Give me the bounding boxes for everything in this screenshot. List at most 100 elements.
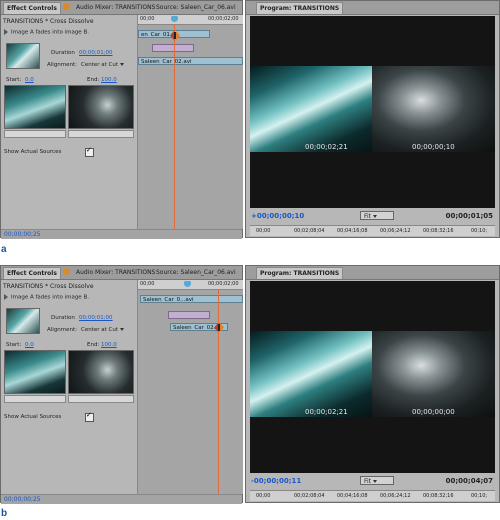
playhead-line[interactable]: [218, 289, 219, 494]
play-icon[interactable]: [4, 294, 8, 300]
monitor-ruler[interactable]: 00;00 00;02;08;04 00;04;16;08 00;06;24;1…: [250, 225, 495, 236]
ruler-start: 00;00: [140, 281, 155, 287]
chevron-down-icon: [120, 63, 125, 66]
mini-timeline: 00;00 00;00;02;00 Saleen_Car_0...avi Sal…: [137, 280, 243, 494]
description-text: Image A fades into image B.: [11, 294, 89, 301]
current-time[interactable]: +00;00;00;10: [251, 212, 304, 220]
chevron-down-icon: [120, 328, 125, 331]
alignment-label: Alignment:: [47, 62, 78, 68]
play-icon[interactable]: [4, 29, 8, 35]
edit-marker-icon: [170, 31, 180, 40]
ruler-tick-3: 00;06;24;12: [380, 228, 411, 234]
ruler-tick-0: 00;00: [256, 228, 271, 234]
ruler-start: 00;00: [140, 16, 155, 22]
tab-effect-controls[interactable]: Effect Controls: [3, 2, 61, 14]
duration-value[interactable]: 00;00;01;00: [79, 315, 113, 321]
transition-thumbnail: [6, 43, 40, 69]
program-monitor-window: Program: TRANSITIONS 00;00;02;21 00;00;0…: [245, 0, 500, 238]
bottom-bar: 00;00;00;25: [1, 229, 242, 239]
tab-program[interactable]: Program: TRANSITIONS: [256, 2, 344, 14]
duration-label: Duration: [51, 315, 75, 321]
effect-controls-window: Effect Controls Audio Mixer: TRANSITIONS…: [0, 265, 243, 504]
duration-time: 00;00;01;05: [445, 212, 493, 220]
monitor-controls: +00;00;00;10 Fit 00;00;01;05: [250, 210, 495, 223]
end-label: End:: [87, 342, 100, 348]
fit-dropdown[interactable]: Fit: [360, 476, 394, 485]
frame-timecode-a: 00;00;02;21: [305, 143, 348, 151]
start-label: Start:: [6, 342, 22, 348]
ruler-tick-2: 00;04;16;08: [337, 228, 368, 234]
duration-label: Duration: [51, 50, 75, 56]
transition-title: TRANSITIONS * Cross Dissolve: [3, 18, 94, 25]
duration-value[interactable]: 00;00;01;00: [79, 50, 113, 56]
current-time[interactable]: -00;00;00;11: [251, 477, 301, 485]
duration-time: 00;00;04;07: [445, 477, 493, 485]
program-monitor-window: Program: TRANSITIONS 00;00;02;21 00;00;0…: [245, 265, 500, 503]
show-sources-checkbox[interactable]: [85, 146, 94, 157]
ruler-tick-1: 00;02;08;04: [294, 228, 325, 234]
transition-title: TRANSITIONS * Cross Dissolve: [3, 283, 94, 290]
start-value[interactable]: 0.0: [25, 77, 34, 83]
description-text: Image A fades into image B.: [11, 29, 89, 36]
ruler-tick-4: 00;08;32;16: [423, 228, 454, 234]
frame-image-b: [372, 331, 495, 417]
clip-b[interactable]: Saleen_Car_02.avi: [138, 57, 243, 65]
edit-marker-icon: [214, 323, 224, 332]
caption-b: b: [1, 508, 8, 519]
end-slider[interactable]: [68, 130, 134, 138]
preview-image-a: [4, 85, 66, 129]
preview-image-b: [68, 85, 134, 129]
fit-label: Fit: [364, 213, 372, 220]
program-monitor-screen: 00;00;02;21 00;00;00;10: [250, 16, 495, 208]
show-sources-label: Show Actual Sources: [4, 414, 62, 420]
ruler-tick-1: 00;02;08;04: [294, 493, 325, 499]
show-sources-checkbox[interactable]: [85, 411, 94, 422]
playhead-line[interactable]: [174, 24, 175, 229]
ruler-tick-3: 00;06;24;12: [380, 493, 411, 499]
mini-timeline: 00;00 00;00;02;00 en_Car_01.a Saleen_Car…: [137, 15, 243, 229]
frame-timecode-a: 00;00;02;21: [305, 408, 348, 416]
tab-effect-controls[interactable]: Effect Controls: [3, 267, 61, 279]
start-value[interactable]: 0.0: [25, 342, 34, 348]
program-tab-bar: Program: TRANSITIONS: [246, 266, 499, 280]
frame-image-a: [250, 331, 372, 417]
bottom-bar: 00;00;00;25: [1, 494, 242, 504]
frame-image-b: [372, 66, 495, 152]
tab-bar: Effect Controls Audio Mixer: TRANSITIONS…: [1, 1, 242, 15]
frame-timecode-b: 00;00;00;00: [412, 408, 455, 416]
bottom-timecode[interactable]: 00;00;00;25: [4, 495, 41, 504]
end-slider[interactable]: [68, 395, 134, 403]
alignment-dropdown[interactable]: Center at Cut: [81, 62, 125, 68]
tab-program[interactable]: Program: TRANSITIONS: [256, 267, 344, 279]
close-icon[interactable]: [63, 3, 70, 10]
alignment-value: Center at Cut: [81, 62, 119, 68]
tab-source[interactable]: Source: Saleen_Car_06.avi: [153, 267, 239, 278]
alignment-dropdown[interactable]: Center at Cut: [81, 327, 125, 333]
bottom-timecode[interactable]: 00;00;00;25: [4, 230, 41, 239]
fit-dropdown[interactable]: Fit: [360, 211, 394, 220]
preview-image-b: [68, 350, 134, 394]
screenshot-panel-b: Effect Controls Audio Mixer: TRANSITIONS…: [0, 265, 500, 504]
chevron-down-icon: [373, 480, 378, 483]
ruler-tick-5: 00;10;: [471, 228, 488, 234]
close-icon[interactable]: [63, 268, 70, 275]
start-slider[interactable]: [4, 395, 66, 403]
monitor-ruler[interactable]: 00;00 00;02;08;04 00;04;16;08 00;06;24;1…: [250, 490, 495, 501]
transition-thumbnail: [6, 308, 40, 334]
tab-audio-mixer[interactable]: Audio Mixer: TRANSITIONS: [73, 2, 158, 13]
tab-audio-mixer[interactable]: Audio Mixer: TRANSITIONS: [73, 267, 158, 278]
chevron-down-icon: [373, 215, 378, 218]
start-label: Start:: [6, 77, 22, 83]
clip-a[interactable]: Saleen_Car_0...avi: [140, 295, 243, 303]
frame-image-a: [250, 66, 372, 152]
transition-clip[interactable]: [168, 311, 210, 319]
transition-description: Image A fades into image B.: [4, 29, 89, 36]
effect-settings-area: TRANSITIONS * Cross Dissolve Image A fad…: [1, 280, 137, 494]
ruler-tick-0: 00;00: [256, 493, 271, 499]
end-value[interactable]: 100.0: [101, 77, 117, 83]
end-value[interactable]: 100.0: [101, 342, 117, 348]
start-slider[interactable]: [4, 130, 66, 138]
frame-timecode-b: 00;00;00;10: [412, 143, 455, 151]
transition-clip[interactable]: [152, 44, 194, 52]
tab-source[interactable]: Source: Saleen_Car_06.avi: [153, 2, 239, 13]
